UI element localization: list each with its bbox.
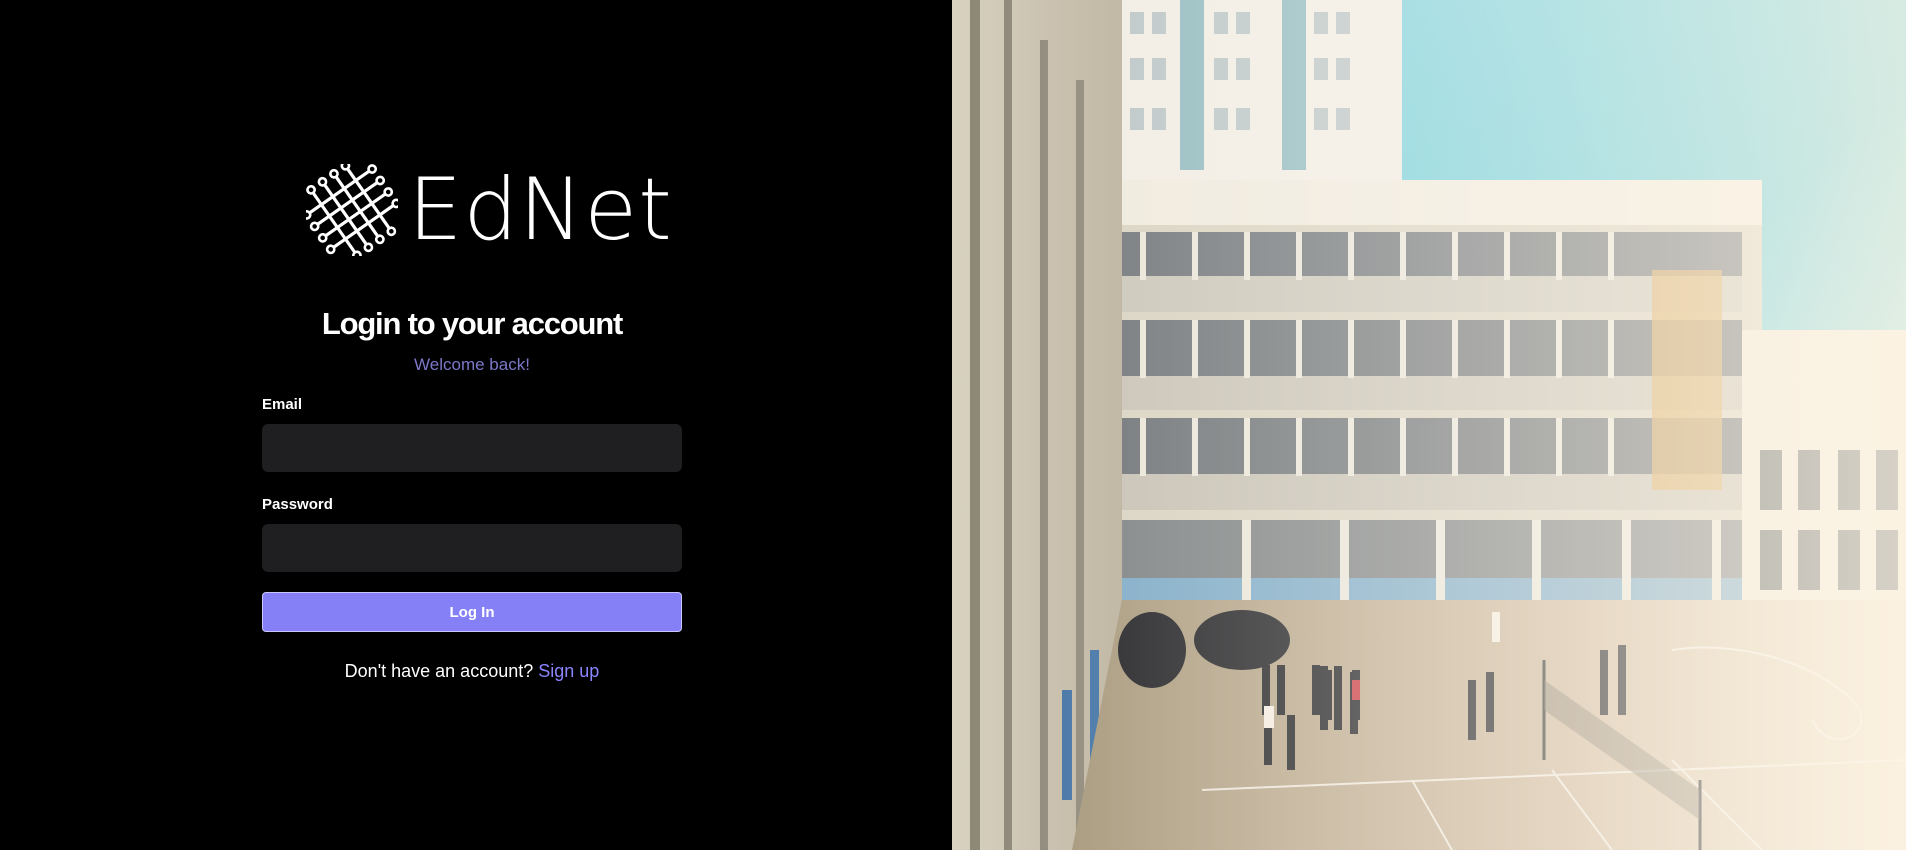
signup-link[interactable]: Sign up — [538, 661, 599, 681]
password-field[interactable] — [262, 524, 682, 572]
login-panel: EdNet Login to your account Welcome back… — [0, 0, 952, 850]
network-grid-icon — [306, 164, 398, 256]
email-field[interactable] — [262, 424, 682, 472]
page-title: Login to your account — [321, 306, 623, 341]
login-button[interactable]: Log In — [262, 592, 682, 632]
brand-logo: EdNet — [306, 160, 673, 260]
school-courtyard-photo — [952, 0, 1906, 850]
hero-image — [952, 0, 1906, 850]
page-subtitle: Welcome back! — [414, 355, 530, 374]
login-page: EdNet Login to your account Welcome back… — [0, 0, 1906, 850]
email-label: Email — [262, 396, 303, 413]
signup-row: Don't have an account? Sign up — [0, 661, 944, 682]
brand-name: EdNet — [408, 160, 673, 260]
signup-prompt: Don't have an account? — [344, 661, 534, 681]
password-label: Password — [262, 496, 333, 513]
